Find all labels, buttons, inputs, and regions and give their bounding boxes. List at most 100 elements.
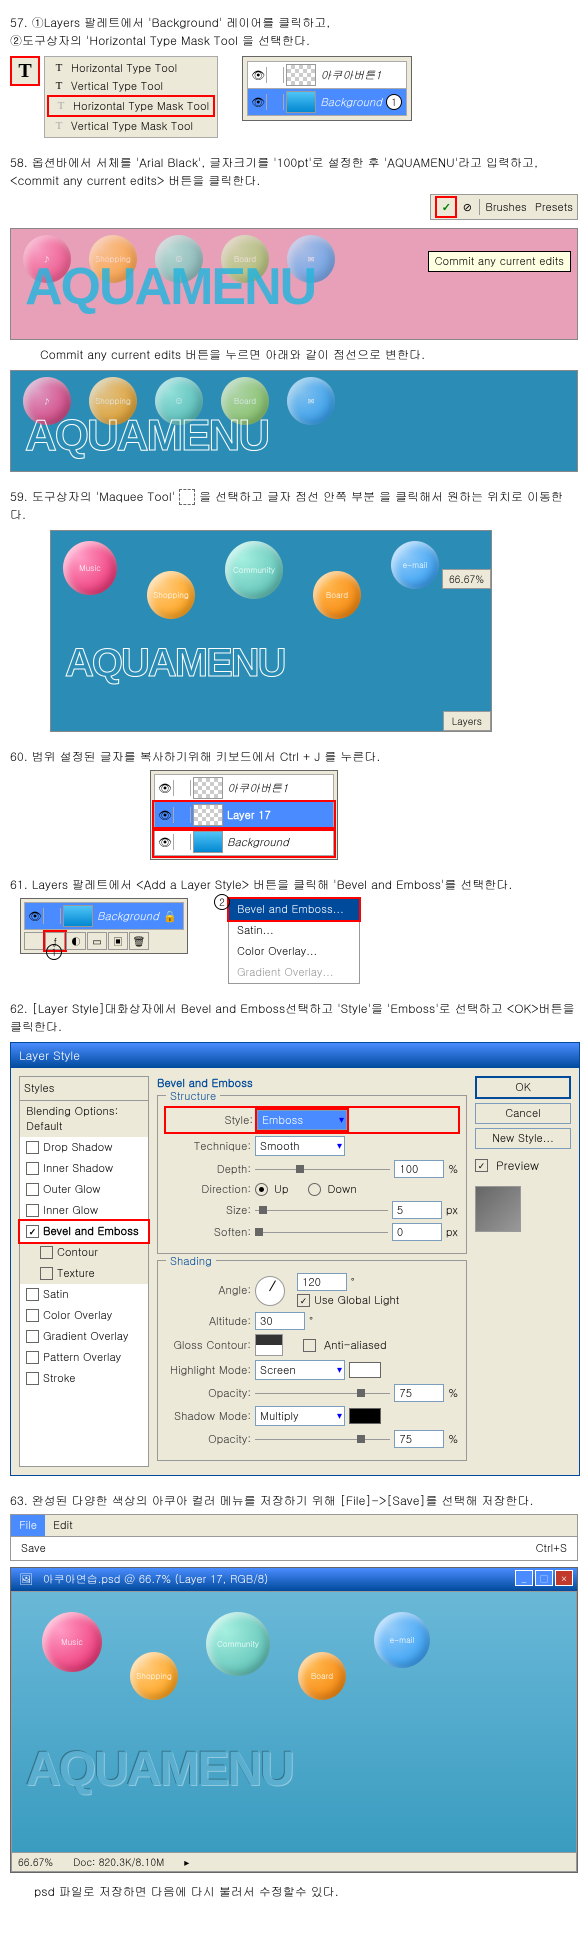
size-input[interactable]: 5: [392, 1201, 442, 1219]
technique-select[interactable]: Smooth: [255, 1136, 345, 1156]
global-light-checkbox[interactable]: [297, 1294, 310, 1307]
link-cell[interactable]: [46, 908, 61, 924]
type-tool-main-icon[interactable]: T: [10, 56, 40, 86]
visibility-icon[interactable]: 👁: [157, 780, 174, 796]
altitude-input[interactable]: 30: [255, 1312, 305, 1330]
brushes-tab[interactable]: Brushes: [485, 200, 526, 215]
style-bevel-emboss[interactable]: Bevel and Emboss: [20, 1221, 148, 1242]
style-inner-shadow[interactable]: Inner Shadow: [20, 1158, 148, 1179]
menu-color-overlay[interactable]: Color Overlay...: [229, 941, 359, 962]
menu-bevel-emboss[interactable]: Bevel and Emboss...: [229, 899, 359, 920]
link-cell[interactable]: [176, 807, 191, 823]
layer-row-background[interactable]: 👁 Background 🔒: [24, 902, 184, 930]
layer-row[interactable]: 👁 아쿠아버튼1: [154, 774, 334, 802]
shadow-mode-select[interactable]: Multiply: [255, 1406, 345, 1426]
status-arrow-icon[interactable]: ▸: [184, 1855, 189, 1869]
new-style-button[interactable]: New Style...: [475, 1128, 571, 1149]
preview-checkbox[interactable]: [475, 1159, 488, 1172]
style-outer-glow[interactable]: Outer Glow: [20, 1179, 148, 1200]
zoom-status[interactable]: 66.67%: [18, 1855, 53, 1869]
visibility-icon[interactable]: 👁: [27, 908, 44, 924]
visibility-icon[interactable]: 👁: [157, 834, 174, 850]
visibility-icon[interactable]: 👁: [250, 67, 267, 83]
depth-slider[interactable]: [255, 1169, 390, 1170]
style-gradient-overlay[interactable]: Gradient Overlay: [20, 1326, 148, 1347]
style-color-overlay[interactable]: Color Overlay: [20, 1305, 148, 1326]
styles-header[interactable]: Styles: [20, 1077, 148, 1101]
style-pattern-overlay[interactable]: Pattern Overlay: [20, 1347, 148, 1368]
visibility-icon[interactable]: 👁: [250, 94, 267, 110]
layer-row-background[interactable]: 👁 Background: [154, 829, 334, 856]
layer-row-background[interactable]: 👁 Background 1: [247, 89, 407, 116]
layers-panel-tab[interactable]: Layers: [443, 711, 491, 731]
shadow-color[interactable]: [349, 1408, 381, 1424]
checkbox[interactable]: [26, 1204, 39, 1217]
menu-edit[interactable]: Edit: [45, 1515, 81, 1536]
checkbox[interactable]: [40, 1246, 53, 1259]
direction-up-radio[interactable]: [255, 1183, 268, 1196]
checkbox[interactable]: [26, 1351, 39, 1364]
cancel-button[interactable]: Cancel: [475, 1103, 571, 1124]
depth-input[interactable]: 100: [394, 1160, 444, 1178]
sh-opacity-input[interactable]: 75: [394, 1430, 444, 1448]
link-cell[interactable]: [269, 94, 284, 110]
link-cell[interactable]: [176, 780, 191, 796]
style-drop-shadow[interactable]: Drop Shadow: [20, 1137, 148, 1158]
menu-satin[interactable]: Satin...: [229, 920, 359, 941]
checkbox[interactable]: [26, 1183, 39, 1196]
menu-gradient-overlay[interactable]: Gradient Overlay...: [229, 962, 359, 983]
highlight-color[interactable]: [349, 1362, 381, 1378]
horizontal-type-mask-tool[interactable]: THorizontal Type Mask Tool: [47, 95, 215, 117]
style-stroke[interactable]: Stroke: [20, 1368, 148, 1389]
palette-icon[interactable]: [24, 932, 44, 950]
close-icon[interactable]: ×: [555, 1570, 573, 1586]
layer-row-layer17[interactable]: 👁 Layer 17: [154, 802, 334, 829]
vertical-type-tool[interactable]: TVertical Type Tool: [47, 77, 215, 95]
link-cell[interactable]: [269, 67, 284, 83]
style-contour[interactable]: Contour: [20, 1242, 148, 1263]
ok-button[interactable]: OK: [475, 1076, 571, 1099]
menu-file[interactable]: File: [11, 1515, 45, 1536]
horizontal-type-tool[interactable]: THorizontal Type Tool: [47, 59, 215, 77]
checkbox[interactable]: [26, 1330, 39, 1343]
checkbox[interactable]: [26, 1309, 39, 1322]
palette-icon[interactable]: ◐: [66, 932, 86, 950]
soften-input[interactable]: 0: [392, 1223, 442, 1241]
angle-dial[interactable]: [255, 1276, 285, 1306]
minimize-icon[interactable]: _: [515, 1570, 533, 1586]
hl-opacity-slider[interactable]: [255, 1393, 390, 1394]
style-select[interactable]: Emboss: [257, 1110, 347, 1130]
style-texture[interactable]: Texture: [20, 1263, 148, 1284]
palette-icon[interactable]: 🗑: [129, 932, 149, 950]
style-satin[interactable]: Satin: [20, 1284, 148, 1305]
size-slider[interactable]: [255, 1210, 388, 1211]
save-menu-item[interactable]: Save Ctrl+S: [10, 1537, 578, 1561]
checkbox[interactable]: [26, 1372, 39, 1385]
presets-tab[interactable]: Presets: [535, 200, 573, 215]
style-inner-glow[interactable]: Inner Glow: [20, 1200, 148, 1221]
checkbox[interactable]: [40, 1267, 53, 1280]
soften-slider[interactable]: [255, 1232, 388, 1233]
direction-down-radio[interactable]: [308, 1183, 321, 1196]
blending-options[interactable]: Blending Options: Default: [20, 1101, 148, 1137]
palette-icon[interactable]: ▣: [108, 932, 128, 950]
add-layer-style-button[interactable]: ƒ1: [45, 932, 65, 950]
checkbox[interactable]: [26, 1288, 39, 1301]
maximize-icon[interactable]: □: [535, 1570, 553, 1586]
commit-icon[interactable]: ✓: [435, 196, 457, 218]
link-cell[interactable]: [176, 834, 191, 850]
visibility-icon[interactable]: 👁: [157, 807, 174, 823]
checkbox[interactable]: [26, 1162, 39, 1175]
vertical-type-mask-tool[interactable]: TVertical Type Mask Tool: [47, 117, 215, 135]
antialiased-checkbox[interactable]: [303, 1339, 316, 1352]
layer-row[interactable]: 👁 아쿠아버튼1: [247, 61, 407, 89]
angle-input[interactable]: 120: [297, 1273, 347, 1291]
checkbox[interactable]: [26, 1141, 39, 1154]
sh-opacity-slider[interactable]: [255, 1439, 390, 1440]
hl-opacity-input[interactable]: 75: [394, 1384, 444, 1402]
highlight-mode-select[interactable]: Screen: [255, 1360, 345, 1380]
palette-icon[interactable]: ▭: [87, 932, 107, 950]
gloss-contour-picker[interactable]: [255, 1334, 283, 1356]
cancel-icon[interactable]: ⊘: [459, 200, 475, 215]
checkbox[interactable]: [26, 1225, 39, 1238]
